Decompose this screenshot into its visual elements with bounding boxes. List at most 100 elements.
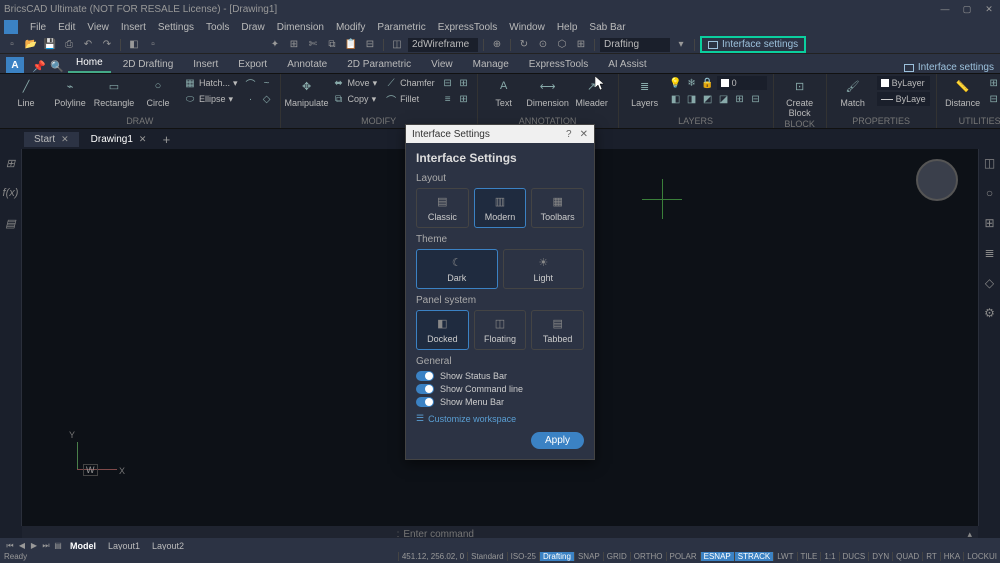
pin-icon[interactable]: 📌 <box>32 59 46 73</box>
fx-icon[interactable]: f(x) <box>3 185 19 201</box>
close-icon[interactable]: ✕ <box>61 134 69 145</box>
status-scale[interactable]: 1:1 <box>820 552 838 561</box>
visual-style-dropdown[interactable]: 2dWireframe <box>408 38 478 52</box>
tab-ai-assist[interactable]: AI Assist <box>600 56 654 73</box>
layer-freeze-icon[interactable]: ❄ <box>685 76 699 90</box>
tab-manage[interactable]: Manage <box>465 56 517 73</box>
nav-cube[interactable] <box>916 159 958 201</box>
diamond-icon[interactable]: ◇ <box>982 275 998 291</box>
target-icon[interactable]: ⊕ <box>489 38 505 52</box>
cube-icon[interactable]: ◫ <box>982 155 998 171</box>
tab-home[interactable]: Home <box>68 54 111 73</box>
tab-2d-drafting[interactable]: 2D Drafting <box>115 56 182 73</box>
tool-icon[interactable]: ✦ <box>267 38 283 52</box>
circle-icon[interactable]: ○ <box>982 185 998 201</box>
sheet-icon[interactable]: ▤ <box>3 215 19 231</box>
layers-button[interactable]: ≣Layers <box>625 76 665 108</box>
toggle-switch[interactable] <box>416 384 434 394</box>
menu-file[interactable]: File <box>24 20 52 35</box>
region-icon[interactable]: ◇ <box>260 92 274 106</box>
redo-icon[interactable]: ↷ <box>99 38 115 52</box>
menu-settings[interactable]: Settings <box>152 20 200 35</box>
cube-icon[interactable]: ◫ <box>389 38 405 52</box>
cut-icon[interactable]: ✄ <box>305 38 321 52</box>
linetype-dropdown[interactable]: ByLaye <box>877 92 930 106</box>
open-icon[interactable]: 📂 <box>23 38 39 52</box>
status-lwt[interactable]: LWT <box>773 552 796 561</box>
new-icon[interactable]: ▫ <box>4 38 20 52</box>
status-lockui[interactable]: LOCKUI <box>963 552 1000 561</box>
layout-modern-option[interactable]: ▥Modern <box>474 188 527 228</box>
menu-modify[interactable]: Modify <box>330 20 371 35</box>
status-standard[interactable]: Standard <box>467 552 506 561</box>
add-tab-button[interactable]: + <box>158 131 174 147</box>
line-button[interactable]: ╱Line <box>6 76 46 108</box>
status-quad[interactable]: QUAD <box>892 552 922 561</box>
menu-tools[interactable]: Tools <box>200 20 235 35</box>
status-tile[interactable]: TILE <box>797 552 821 561</box>
search-icon[interactable]: 🔍 <box>50 59 64 73</box>
status-grid[interactable]: GRID <box>603 552 630 561</box>
status-ortho[interactable]: ORTHO <box>630 552 666 561</box>
layer-tool-icon[interactable]: ◩ <box>701 92 715 106</box>
menu-sabbar[interactable]: Sab Bar <box>583 20 631 35</box>
status-rt[interactable]: RT <box>922 552 940 561</box>
interface-settings-label-2[interactable]: Interface settings <box>918 62 994 73</box>
layer-tool-icon[interactable]: ⊟ <box>749 92 763 106</box>
color-icon[interactable]: ▫ <box>145 38 161 52</box>
paste-icon[interactable]: 📋 <box>343 38 359 52</box>
menu-edit[interactable]: Edit <box>52 20 81 35</box>
layer-tool-icon[interactable]: ◪ <box>717 92 731 106</box>
copy-icon[interactable]: ⧉ <box>324 38 340 52</box>
fillet-button[interactable]: ⌒Fillet <box>383 92 437 106</box>
workspace-dropdown[interactable]: Drafting <box>600 38 670 52</box>
status-snap[interactable]: SNAP <box>574 552 603 561</box>
menu-view[interactable]: View <box>81 20 115 35</box>
layout-classic-option[interactable]: ▤Classic <box>416 188 469 228</box>
point-icon[interactable]: · <box>244 92 258 106</box>
chamfer-button[interactable]: ⟋Chamfer <box>383 76 437 90</box>
layer-tool-icon[interactable]: ◧ <box>669 92 683 106</box>
view-icon[interactable]: ⬡ <box>554 38 570 52</box>
panel-floating-option[interactable]: ◫Floating <box>474 310 527 350</box>
tab-insert[interactable]: Insert <box>185 56 226 73</box>
status-drafting[interactable]: Drafting <box>539 552 574 561</box>
status-polar[interactable]: POLAR <box>666 552 700 561</box>
app-menu-button[interactable]: A <box>6 57 24 73</box>
layer-icon[interactable]: ◧ <box>126 38 142 52</box>
status-ducs[interactable]: DUCS <box>839 552 869 561</box>
spline-icon[interactable]: ~ <box>260 76 274 90</box>
panel-tabbed-option[interactable]: ▤Tabbed <box>531 310 584 350</box>
layer-lock-icon[interactable]: 🔒 <box>701 76 715 90</box>
status-dyn[interactable]: DYN <box>868 552 892 561</box>
tool-icon-2[interactable]: ⊞ <box>286 38 302 52</box>
toggle-status-bar[interactable]: Show Status Bar <box>416 371 584 381</box>
minimize-icon[interactable]: — <box>938 3 952 15</box>
menu-expresstools[interactable]: ExpressTools <box>432 20 503 35</box>
arc-icon[interactable]: ⌒ <box>244 76 258 90</box>
offset-icon[interactable]: ≡ <box>441 92 455 106</box>
menu-window[interactable]: Window <box>503 20 551 35</box>
status-iso[interactable]: ISO-25 <box>507 552 539 561</box>
layer-on-icon[interactable]: 💡 <box>669 76 683 90</box>
chevron-down-icon[interactable]: ▾ <box>673 38 689 52</box>
layer-current-dropdown[interactable]: 0 <box>717 76 767 90</box>
circle-button[interactable]: ○Circle <box>138 76 178 108</box>
close-icon[interactable]: ✕ <box>580 129 588 140</box>
grid-icon[interactable]: ⊟ <box>362 38 378 52</box>
refresh-icon[interactable]: ↻ <box>516 38 532 52</box>
undo-icon[interactable]: ↶ <box>80 38 96 52</box>
extend-icon[interactable]: ⊞ <box>457 76 471 90</box>
help-icon[interactable]: ? <box>566 129 572 140</box>
save-icon[interactable]: 💾 <box>42 38 58 52</box>
view-icon-2[interactable]: ⊞ <box>573 38 589 52</box>
app-icon[interactable] <box>4 20 18 34</box>
apply-button[interactable]: Apply <box>531 432 584 449</box>
hatch-button[interactable]: ▦Hatch...▾ <box>182 76 240 90</box>
color-dropdown[interactable]: ByLayer <box>877 76 930 90</box>
create-block-button[interactable]: ⊡Create Block <box>780 76 820 118</box>
ellipse-button[interactable]: ⬭Ellipse▾ <box>182 92 240 106</box>
panel-docked-option[interactable]: ◧Docked <box>416 310 469 350</box>
dialog-header[interactable]: Interface Settings ? ✕ <box>406 125 594 143</box>
status-esnap[interactable]: ESNAP <box>700 552 734 561</box>
